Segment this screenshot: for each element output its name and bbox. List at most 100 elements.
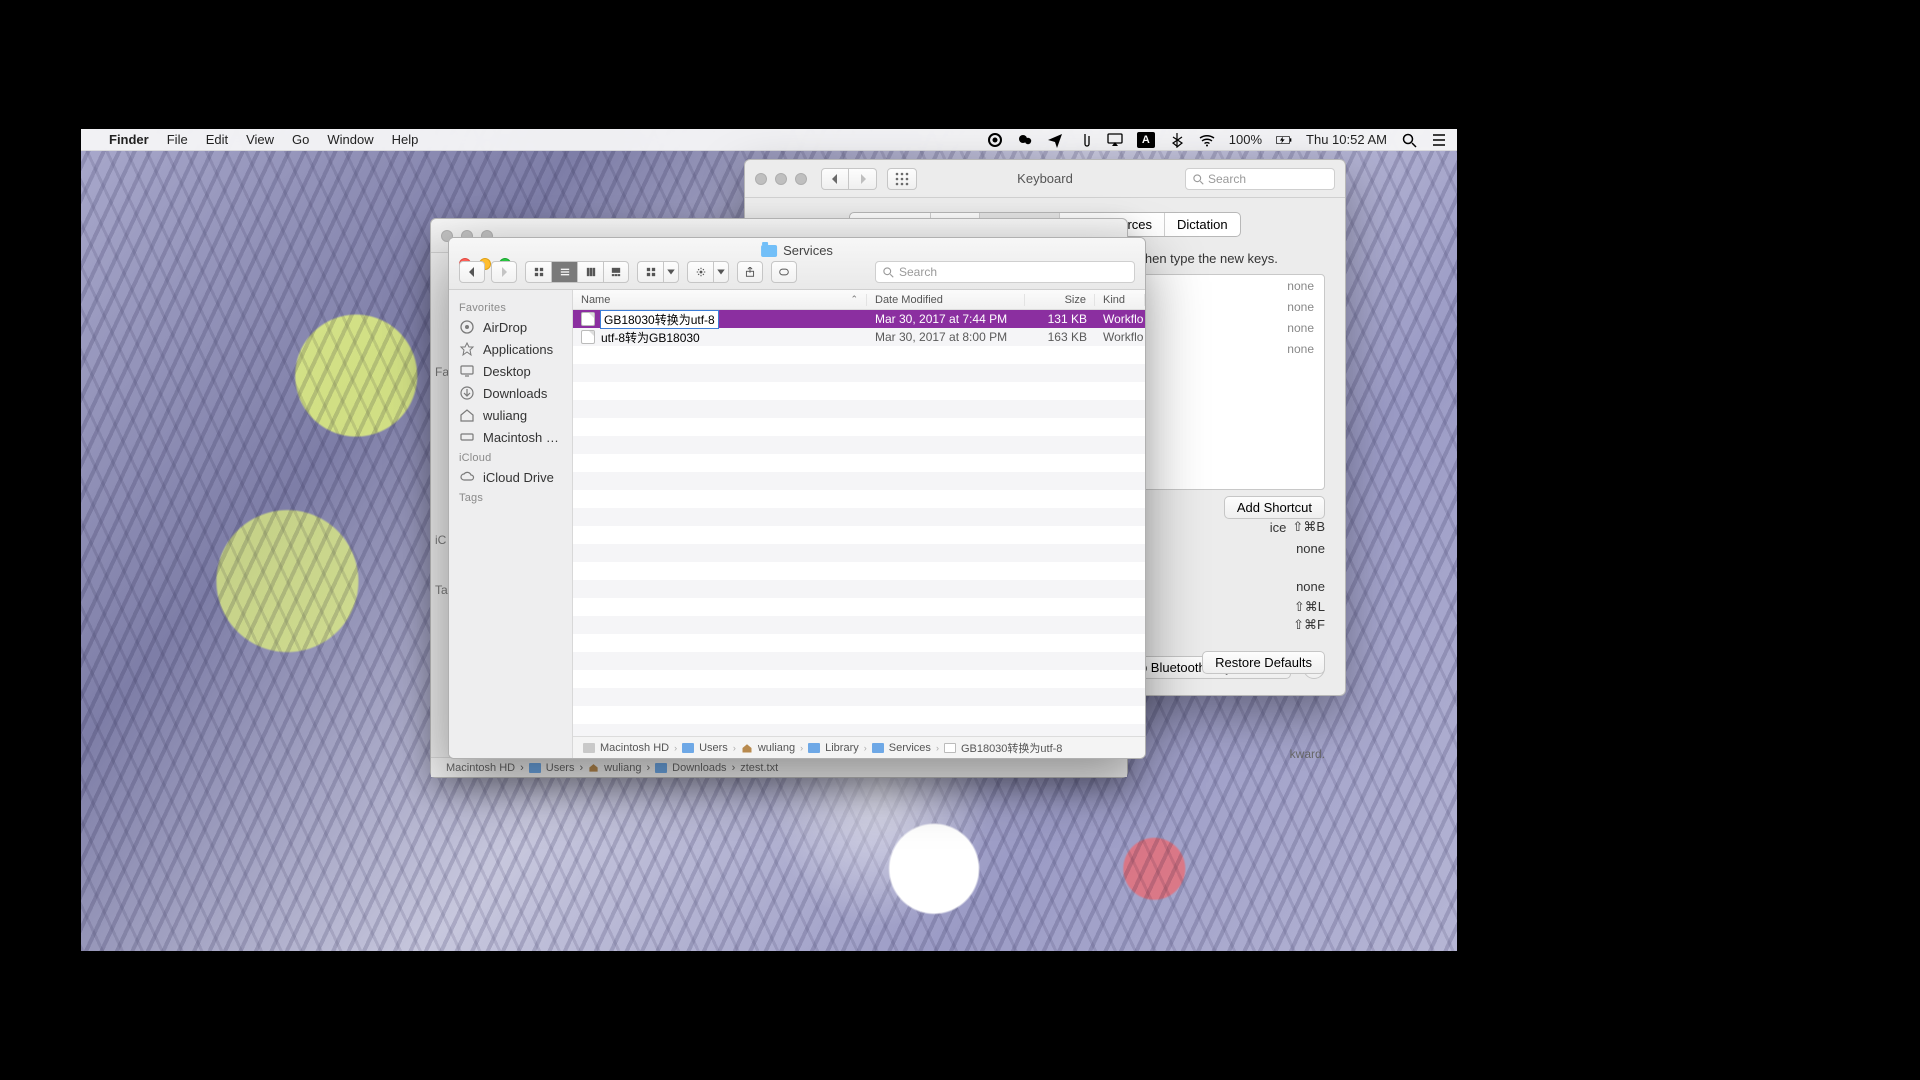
tab-dictation[interactable]: Dictation <box>1165 213 1240 236</box>
menu-go[interactable]: Go <box>292 132 309 147</box>
file-kind: Workflo <box>1095 330 1145 344</box>
sidebar-head-tags: Tags <box>449 488 572 506</box>
bg-path-bar[interactable]: Macintosh HD› Users› wuliang› Downloads›… <box>431 757 1127 777</box>
prefs-minimize-button[interactable] <box>775 173 787 185</box>
col-date-modified[interactable]: Date Modified <box>867 294 1025 306</box>
status-record-icon[interactable] <box>987 132 1003 148</box>
prefs-search-placeholder: Search <box>1208 172 1246 186</box>
status-wifi-icon[interactable] <box>1199 132 1215 148</box>
applications-icon <box>459 341 475 357</box>
table-row[interactable]: utf-8转为GB18030 Mar 30, 2017 at 8:00 PM 1… <box>573 328 1145 346</box>
status-wechat-icon[interactable] <box>1017 132 1033 148</box>
search-icon <box>882 266 894 278</box>
menubar: Finder File Edit View Go Window Help A 1… <box>81 129 1457 151</box>
status-clock[interactable]: Thu 10:52 AM <box>1306 132 1387 147</box>
file-name: utf-8转为GB18030 <box>601 329 700 346</box>
menubar-app-name[interactable]: Finder <box>109 132 149 147</box>
status-airplay-icon[interactable] <box>1107 132 1123 148</box>
finder-search-field[interactable]: Search <box>875 261 1135 283</box>
downloads-icon <box>459 385 475 401</box>
sidebar-item-macintosh-hd[interactable]: Macintosh HD <box>449 426 572 448</box>
column-view-button[interactable] <box>577 261 603 283</box>
col-kind[interactable]: Kind <box>1095 294 1145 306</box>
table-row[interactable]: GB18030转换为utf-8 Mar 30, 2017 at 7:44 PM … <box>573 310 1145 328</box>
file-list[interactable]: GB18030转换为utf-8 Mar 30, 2017 at 7:44 PM … <box>573 310 1145 736</box>
view-mode-segment[interactable] <box>525 261 629 283</box>
status-notification-center-icon[interactable] <box>1431 132 1447 148</box>
prefs-zoom-button[interactable] <box>795 173 807 185</box>
menu-edit[interactable]: Edit <box>206 132 228 147</box>
sidebar-item-icloud-drive[interactable]: iCloud Drive <box>449 466 572 488</box>
restore-defaults-button[interactable]: Restore Defaults <box>1202 651 1325 674</box>
extra-label: ice <box>1270 520 1287 535</box>
finder-window: Services <box>448 237 1146 759</box>
status-send-icon[interactable] <box>1047 132 1063 148</box>
folder-icon <box>872 743 884 753</box>
icon-view-button[interactable] <box>525 261 551 283</box>
forward-button[interactable] <box>491 261 517 283</box>
bg-side-label: iC <box>435 533 446 547</box>
menu-window[interactable]: Window <box>327 132 373 147</box>
path-bar[interactable]: Macintosh HD› Users› wuliang› Library› S… <box>573 736 1145 758</box>
home-icon <box>588 762 599 773</box>
tags-button[interactable] <box>771 261 797 283</box>
list-view-button[interactable] <box>551 261 577 283</box>
workflow-icon <box>944 743 956 753</box>
prefs-back-button[interactable] <box>821 168 849 190</box>
folder-icon <box>529 763 541 773</box>
prefs-search-field[interactable]: Search <box>1185 168 1335 190</box>
finder-toolbar[interactable]: Services <box>449 238 1145 290</box>
menu-file[interactable]: File <box>167 132 188 147</box>
sidebar-head-icloud: iCloud <box>449 448 572 466</box>
status-attachment-icon[interactable] <box>1077 132 1093 148</box>
col-name[interactable]: Name⌃ <box>573 294 867 306</box>
extra-key: ⇧⌘B <box>1292 519 1325 535</box>
action-button[interactable] <box>687 261 729 283</box>
prefs-hint-fragment: kward. <box>1290 747 1325 761</box>
status-input-source-icon[interactable]: A <box>1137 132 1155 148</box>
status-spotlight-icon[interactable] <box>1401 132 1417 148</box>
sidebar-item-home[interactable]: wuliang <box>449 404 572 426</box>
finder-sidebar[interactable]: Favorites AirDrop Applications Desktop D… <box>449 290 573 758</box>
status-battery-percent: 100% <box>1229 132 1262 147</box>
share-button[interactable] <box>737 261 763 283</box>
status-bluetooth-icon[interactable] <box>1169 132 1185 148</box>
sidebar-item-applications[interactable]: Applications <box>449 338 572 360</box>
file-date: Mar 30, 2017 at 8:00 PM <box>867 330 1025 344</box>
share-icon <box>745 267 755 277</box>
extra-key: none <box>1296 579 1325 594</box>
arrange-button[interactable] <box>637 261 679 283</box>
sidebar-item-downloads[interactable]: Downloads <box>449 382 572 404</box>
column-headers[interactable]: Name⌃ Date Modified Size Kind <box>573 290 1145 310</box>
search-icon <box>1192 173 1204 185</box>
workflow-icon <box>581 330 595 344</box>
finder-title: Services <box>761 243 833 258</box>
prefs-forward-button[interactable] <box>849 168 877 190</box>
file-size: 163 KB <box>1025 330 1095 344</box>
folder-icon <box>808 743 820 753</box>
folder-icon <box>655 763 667 773</box>
file-size: 131 KB <box>1025 312 1095 326</box>
gallery-view-button[interactable] <box>603 261 629 283</box>
back-button[interactable] <box>459 261 485 283</box>
desktop-icon <box>459 363 475 379</box>
col-size[interactable]: Size <box>1025 294 1095 306</box>
menu-view[interactable]: View <box>246 132 274 147</box>
status-battery-icon[interactable] <box>1276 132 1292 148</box>
prefs-close-button[interactable] <box>755 173 767 185</box>
prefs-show-all-button[interactable] <box>887 168 917 190</box>
sidebar-head-favorites: Favorites <box>449 298 572 316</box>
add-shortcut-button[interactable]: Add Shortcut <box>1224 496 1325 519</box>
sidebar-item-airdrop[interactable]: AirDrop <box>449 316 572 338</box>
sidebar-item-desktop[interactable]: Desktop <box>449 360 572 382</box>
airdrop-icon <box>459 319 475 335</box>
home-icon <box>741 742 753 754</box>
extra-key: ⇧⌘L <box>1294 599 1325 615</box>
menu-help[interactable]: Help <box>392 132 419 147</box>
file-kind: Workflo <box>1095 312 1145 326</box>
tag-icon <box>779 267 789 277</box>
extra-key: ⇧⌘F <box>1293 617 1325 633</box>
home-icon <box>459 407 475 423</box>
file-name-edit[interactable]: GB18030转换为utf-8 <box>601 311 718 328</box>
prefs-titlebar[interactable]: Keyboard Search <box>745 160 1345 198</box>
